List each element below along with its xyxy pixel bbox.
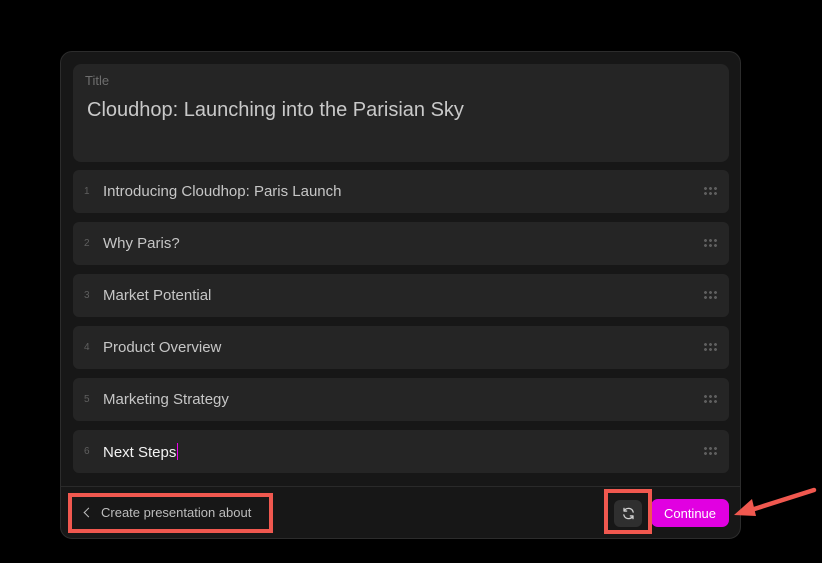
outline-item[interactable]: 3 Market Potential [73,274,729,317]
drag-handle-icon[interactable] [703,290,718,300]
back-button[interactable]: Create presentation about [73,497,259,527]
title-field[interactable]: Title Cloudhop: Launching into the Paris… [73,64,729,162]
item-number: 3 [84,290,90,301]
footer-divider [61,486,740,487]
item-label[interactable]: Market Potential [103,287,211,304]
refresh-button[interactable] [614,500,642,527]
item-label[interactable]: Next Steps [103,443,179,461]
outline-item[interactable]: 5 Marketing Strategy [73,378,729,421]
refresh-icon [622,507,634,520]
title-label: Title [85,73,110,88]
outline-item[interactable]: 2 Why Paris? [73,222,729,265]
drag-handle-icon[interactable] [703,446,718,456]
item-label[interactable]: Marketing Strategy [103,391,229,408]
chevron-left-icon [83,507,94,517]
outline-item[interactable]: 1 Introducing Cloudhop: Paris Launch [73,170,729,213]
outline-item[interactable]: 4 Product Overview [73,326,729,369]
item-number: 5 [84,394,90,405]
item-label[interactable]: Why Paris? [103,235,180,252]
item-number: 2 [84,238,90,249]
drag-handle-icon[interactable] [703,342,718,352]
outline-dialog: Title Cloudhop: Launching into the Paris… [60,51,741,539]
drag-handle-icon[interactable] [703,186,718,196]
item-label-text: Next Steps [103,444,177,461]
back-button-label: Create presentation about [101,504,252,520]
text-caret [177,443,179,460]
continue-button[interactable]: Continue [651,499,729,527]
item-number: 4 [84,342,90,353]
drag-handle-icon[interactable] [703,394,718,404]
item-label[interactable]: Product Overview [103,339,221,356]
drag-handle-icon[interactable] [703,238,718,248]
item-number: 1 [84,186,90,197]
outline-item[interactable]: 6 Next Steps [73,430,729,473]
item-number: 6 [84,446,90,457]
title-input[interactable]: Cloudhop: Launching into the Parisian Sk… [87,99,464,122]
item-label[interactable]: Introducing Cloudhop: Paris Launch [103,183,342,200]
pointer-arrow-icon [734,487,817,516]
